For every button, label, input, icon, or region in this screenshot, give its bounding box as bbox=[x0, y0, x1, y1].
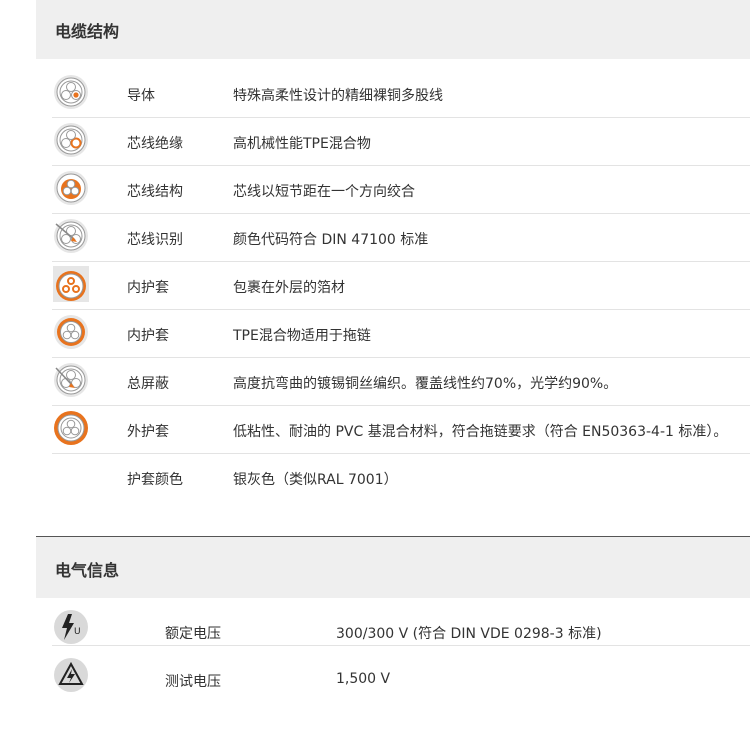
rated-voltage-icon: U bbox=[53, 609, 89, 645]
row-label: 测试电压 bbox=[165, 674, 221, 690]
structure-row: 导体 特殊高柔性设计的精细裸铜多股线 bbox=[52, 70, 750, 118]
electrical-row: 测试电压 1,500 V bbox=[52, 646, 750, 694]
row-value: 300/300 V (符合 DIN VDE 0298-3 标准) bbox=[336, 626, 602, 642]
overall-shield-icon bbox=[53, 362, 89, 398]
row-label: 总屏蔽 bbox=[127, 376, 169, 392]
conductor-icon bbox=[53, 74, 89, 110]
core-structure-icon bbox=[53, 170, 89, 206]
structure-row: 外护套 低粘性、耐油的 PVC 基混合材料，符合拖链要求（符合 EN50363-… bbox=[52, 406, 750, 454]
structure-row: 内护套 TPE混合物适用于拖链 bbox=[52, 310, 750, 358]
row-value: 高度抗弯曲的镀锡铜丝编织。覆盖线性约70%，光学约90%。 bbox=[233, 376, 618, 392]
row-value: 特殊高柔性设计的精细裸铜多股线 bbox=[233, 88, 443, 104]
row-label: 芯线结构 bbox=[127, 184, 183, 200]
row-label: 内护套 bbox=[127, 328, 169, 344]
inner-sheath-filler-icon bbox=[53, 266, 89, 302]
row-label: 外护套 bbox=[127, 424, 169, 440]
row-label: 芯线绝缘 bbox=[127, 136, 183, 152]
section-title: 电缆结构 bbox=[55, 22, 120, 41]
row-value: 包裹在外层的箔材 bbox=[233, 280, 345, 296]
row-label: 额定电压 bbox=[165, 626, 221, 642]
row-value: 1,500 V bbox=[336, 671, 391, 687]
row-value: TPE混合物适用于拖链 bbox=[233, 328, 371, 344]
outer-sheath-icon bbox=[53, 410, 89, 446]
row-label: 护套颜色 bbox=[127, 472, 183, 488]
row-value: 高机械性能TPE混合物 bbox=[233, 136, 371, 152]
svg-text:U: U bbox=[74, 627, 81, 637]
structure-row: 芯线结构 芯线以短节距在一个方向绞合 bbox=[52, 166, 750, 214]
structure-row: 护套颜色 银灰色（类似RAL 7001） bbox=[52, 454, 750, 502]
section-title: 电气信息 bbox=[55, 561, 120, 580]
row-label: 导体 bbox=[127, 88, 155, 104]
electrical-info-header: 电气信息 bbox=[36, 537, 750, 598]
row-value: 低粘性、耐油的 PVC 基混合材料，符合拖链要求（符合 EN50363-4-1 … bbox=[233, 424, 728, 440]
row-value: 颜色代码符合 DIN 47100 标准 bbox=[233, 232, 429, 248]
row-value: 芯线以短节距在一个方向绞合 bbox=[233, 184, 415, 200]
core-identification-icon bbox=[53, 218, 89, 254]
row-label: 芯线识别 bbox=[127, 232, 183, 248]
structure-row: 芯线绝缘 高机械性能TPE混合物 bbox=[52, 118, 750, 166]
cable-structure-header: 电缆结构 bbox=[36, 0, 750, 59]
electrical-row: U 额定电压 300/300 V (符合 DIN VDE 0298-3 标准) bbox=[52, 598, 750, 646]
row-label: 内护套 bbox=[127, 280, 169, 296]
structure-row: 内护套 包裹在外层的箔材 bbox=[52, 262, 750, 310]
inner-sheath-icon bbox=[53, 314, 89, 350]
test-voltage-icon bbox=[53, 657, 89, 693]
structure-row: 总屏蔽 高度抗弯曲的镀锡铜丝编织。覆盖线性约70%，光学约90%。 bbox=[52, 358, 750, 406]
structure-row: 芯线识别 颜色代码符合 DIN 47100 标准 bbox=[52, 214, 750, 262]
core-insulation-icon bbox=[53, 122, 89, 158]
row-value: 银灰色（类似RAL 7001） bbox=[233, 472, 398, 488]
